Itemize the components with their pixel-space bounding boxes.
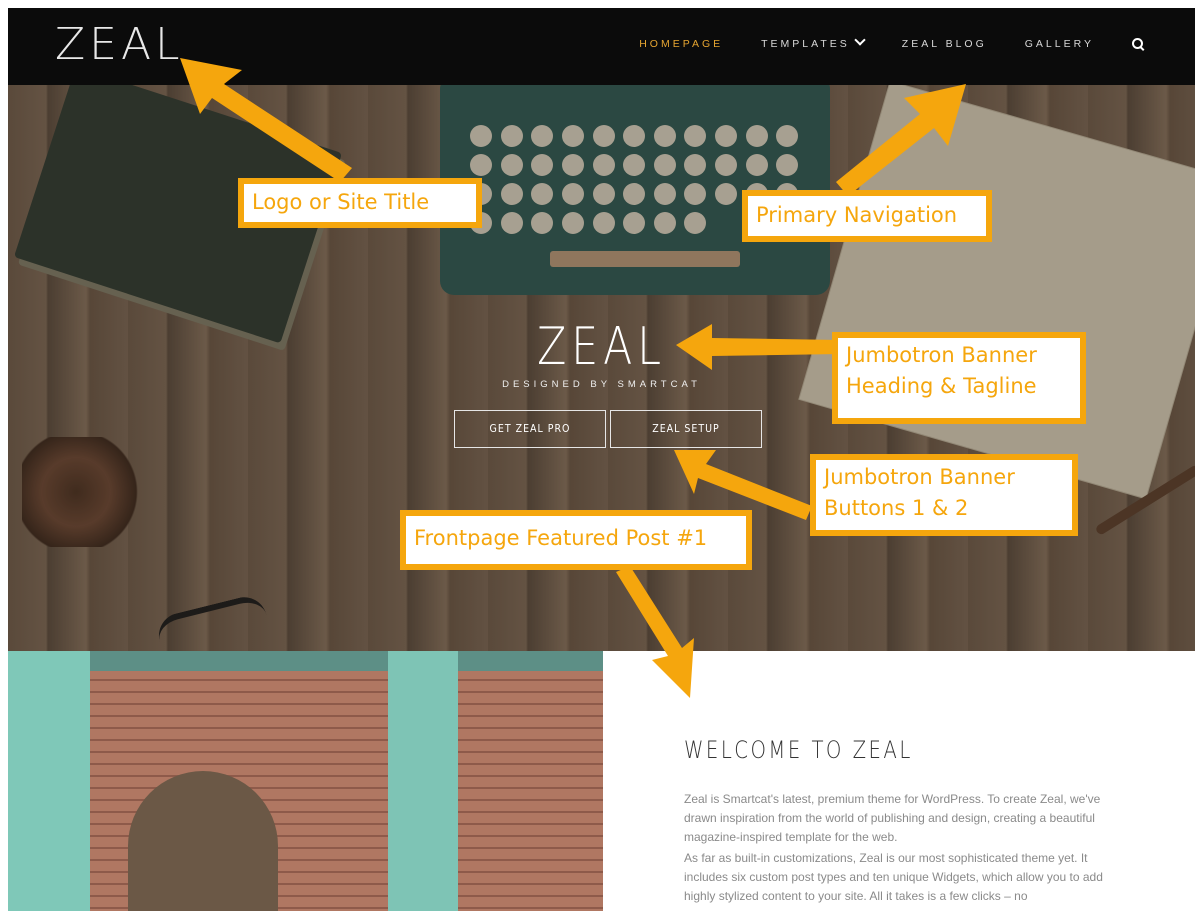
nav-item-zeal-blog[interactable]: ZEAL BLOG [902,38,987,50]
pillar-shape [8,651,90,911]
featured-post-paragraph: Zeal is Smartcat's latest, premium theme… [684,792,1101,844]
featured-post-title[interactable]: WELCOME TO ZEAL [684,736,913,764]
featured-post-paragraph: As far as built-in customizations, Zeal … [684,851,1103,903]
nav-item-homepage[interactable]: HOMEPAGE [639,38,723,50]
person-hair-shape [128,771,278,911]
get-zeal-pro-button[interactable]: GET ZEAL PRO [454,410,606,448]
navbar: ZEAL HOMEPAGE TEMPLATES ZEAL BLOG GALLER… [8,8,1195,86]
chevron-down-icon [854,34,866,46]
callout-jumbotron-heading: Jumbotron Banner Heading & Tagline [832,332,1086,424]
callout-logo: Logo or Site Title [238,178,482,228]
zeal-setup-button[interactable]: ZEAL SETUP [610,410,762,448]
callout-primary-navigation: Primary Navigation [742,190,992,242]
featured-post-image[interactable] [8,651,603,911]
search-icon[interactable] [1132,37,1143,49]
callout-featured-post: Frontpage Featured Post #1 [400,510,752,570]
nav-item-templates-label: TEMPLATES [761,38,850,50]
featured-post-content: WELCOME TO ZEAL Zeal is Smartcat's lates… [604,651,1195,911]
callout-jumbotron-buttons: Jumbotron Banner Buttons 1 & 2 [810,454,1078,536]
nav-item-gallery[interactable]: GALLERY [1025,38,1094,50]
nav-item-templates[interactable]: TEMPLATES [761,34,866,50]
pillar-shape [388,651,458,911]
site-logo[interactable]: ZEAL [55,20,184,70]
primary-navigation: HOMEPAGE TEMPLATES ZEAL BLOG GALLERY [601,34,1143,50]
